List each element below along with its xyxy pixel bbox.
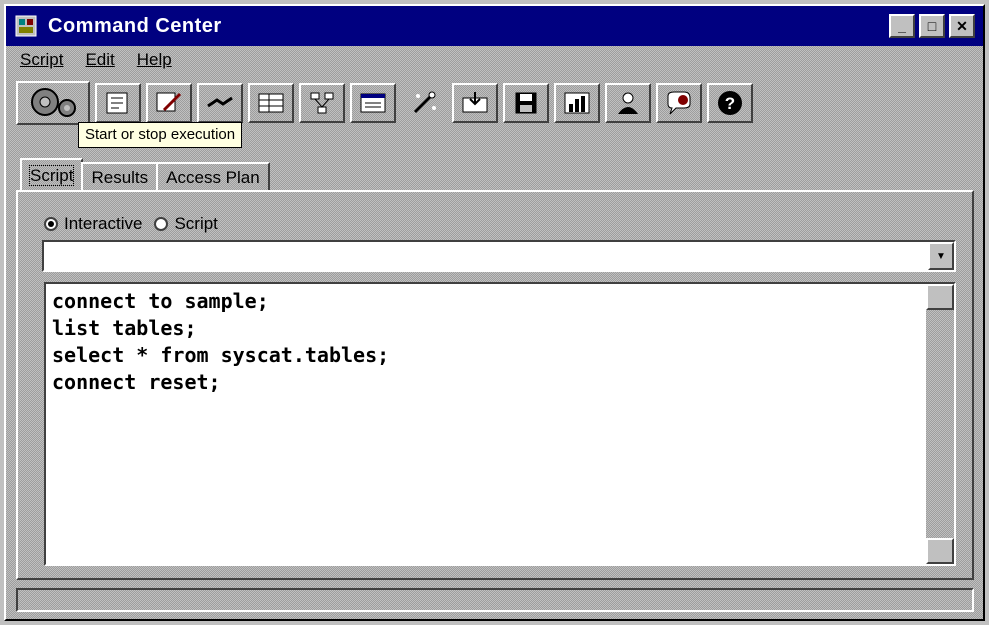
code-line: select * from syscat.tables;: [52, 343, 390, 367]
access-plan-button[interactable]: [299, 83, 345, 123]
radio-selected-dot: [48, 221, 54, 227]
tab-access-plan[interactable]: Access Plan: [156, 162, 270, 192]
svg-text:?: ?: [725, 94, 735, 113]
scroll-down-button[interactable]: [926, 538, 954, 564]
help-balloon-button[interactable]: [656, 83, 702, 123]
radio-script-label: Script: [174, 214, 218, 233]
menu-bar: Script Edit Help: [20, 50, 172, 74]
app-icon: [14, 14, 38, 38]
chart-icon: [564, 92, 590, 114]
table-button[interactable]: [248, 83, 294, 123]
access-plan-icon: [310, 92, 334, 114]
toolbar: ?: [16, 80, 753, 126]
import-button[interactable]: [452, 83, 498, 123]
menu-edit[interactable]: Edit: [85, 50, 114, 74]
code-line: connect reset;: [52, 370, 221, 394]
status-bar: [16, 588, 974, 612]
radio-script-indicator[interactable]: [154, 217, 169, 231]
edit-icon: [156, 92, 182, 112]
results-icon: [360, 93, 386, 113]
help-balloon-icon: [667, 91, 691, 115]
command-input-combo[interactable]: ▼: [42, 240, 956, 272]
tab-script-label: Script: [28, 165, 75, 186]
close-icon: ✕: [956, 18, 968, 34]
user-icon: [618, 92, 638, 114]
tab-strip: Script Results Access Plan: [20, 158, 270, 192]
save-icon: [515, 92, 537, 114]
toolbar-tooltip: Start or stop execution: [78, 122, 243, 148]
chevron-down-icon: ▼: [936, 250, 946, 262]
radio-interactive-label: Interactive: [64, 214, 143, 233]
edit-button[interactable]: [146, 83, 192, 123]
radio-interactive[interactable]: Interactive: [44, 214, 142, 234]
table-icon: [258, 93, 284, 113]
script-code: connect to sample; list tables; select *…: [52, 288, 389, 396]
maximize-icon: □: [927, 18, 937, 34]
code-line: connect to sample;: [52, 289, 269, 313]
menu-script[interactable]: Script: [20, 50, 63, 74]
title-bar[interactable]: Command Center _ □ ✕: [6, 6, 983, 46]
question-button[interactable]: ?: [707, 83, 753, 123]
scroll-up-button[interactable]: [926, 284, 954, 310]
user-button[interactable]: [605, 83, 651, 123]
minimize-button[interactable]: _: [889, 14, 915, 38]
tab-results[interactable]: Results: [81, 162, 159, 192]
tab-results-label: Results: [91, 168, 149, 187]
script-editor[interactable]: connect to sample; list tables; select *…: [44, 282, 956, 566]
wand-icon: [413, 91, 436, 114]
chart-button[interactable]: [554, 83, 600, 123]
question-icon: ?: [718, 91, 742, 115]
script-button[interactable]: [95, 83, 141, 123]
mode-radio-group: Interactive Script: [44, 214, 218, 234]
import-icon: [462, 92, 488, 113]
start-stop-execution-icon: [31, 88, 76, 117]
start-stop-execution-button[interactable]: [16, 81, 90, 125]
code-line: list tables;: [52, 316, 197, 340]
connect-icon: [207, 96, 233, 108]
minimize-icon: _: [898, 18, 906, 34]
close-button[interactable]: ✕: [949, 14, 975, 38]
radio-script[interactable]: Script: [154, 214, 218, 234]
results-button[interactable]: [350, 83, 396, 123]
window-title: Command Center: [48, 14, 222, 37]
tab-access-plan-label: Access Plan: [166, 168, 260, 187]
maximize-button[interactable]: □: [919, 14, 945, 38]
wand-button[interactable]: [401, 83, 447, 123]
script-icon: [106, 92, 128, 114]
tab-script[interactable]: Script: [20, 158, 84, 192]
combo-dropdown-button[interactable]: ▼: [928, 242, 954, 270]
menu-help[interactable]: Help: [137, 50, 172, 74]
radio-interactive-indicator[interactable]: [44, 217, 58, 231]
connect-button[interactable]: [197, 83, 243, 123]
save-button[interactable]: [503, 83, 549, 123]
vertical-scrollbar[interactable]: [926, 284, 954, 564]
